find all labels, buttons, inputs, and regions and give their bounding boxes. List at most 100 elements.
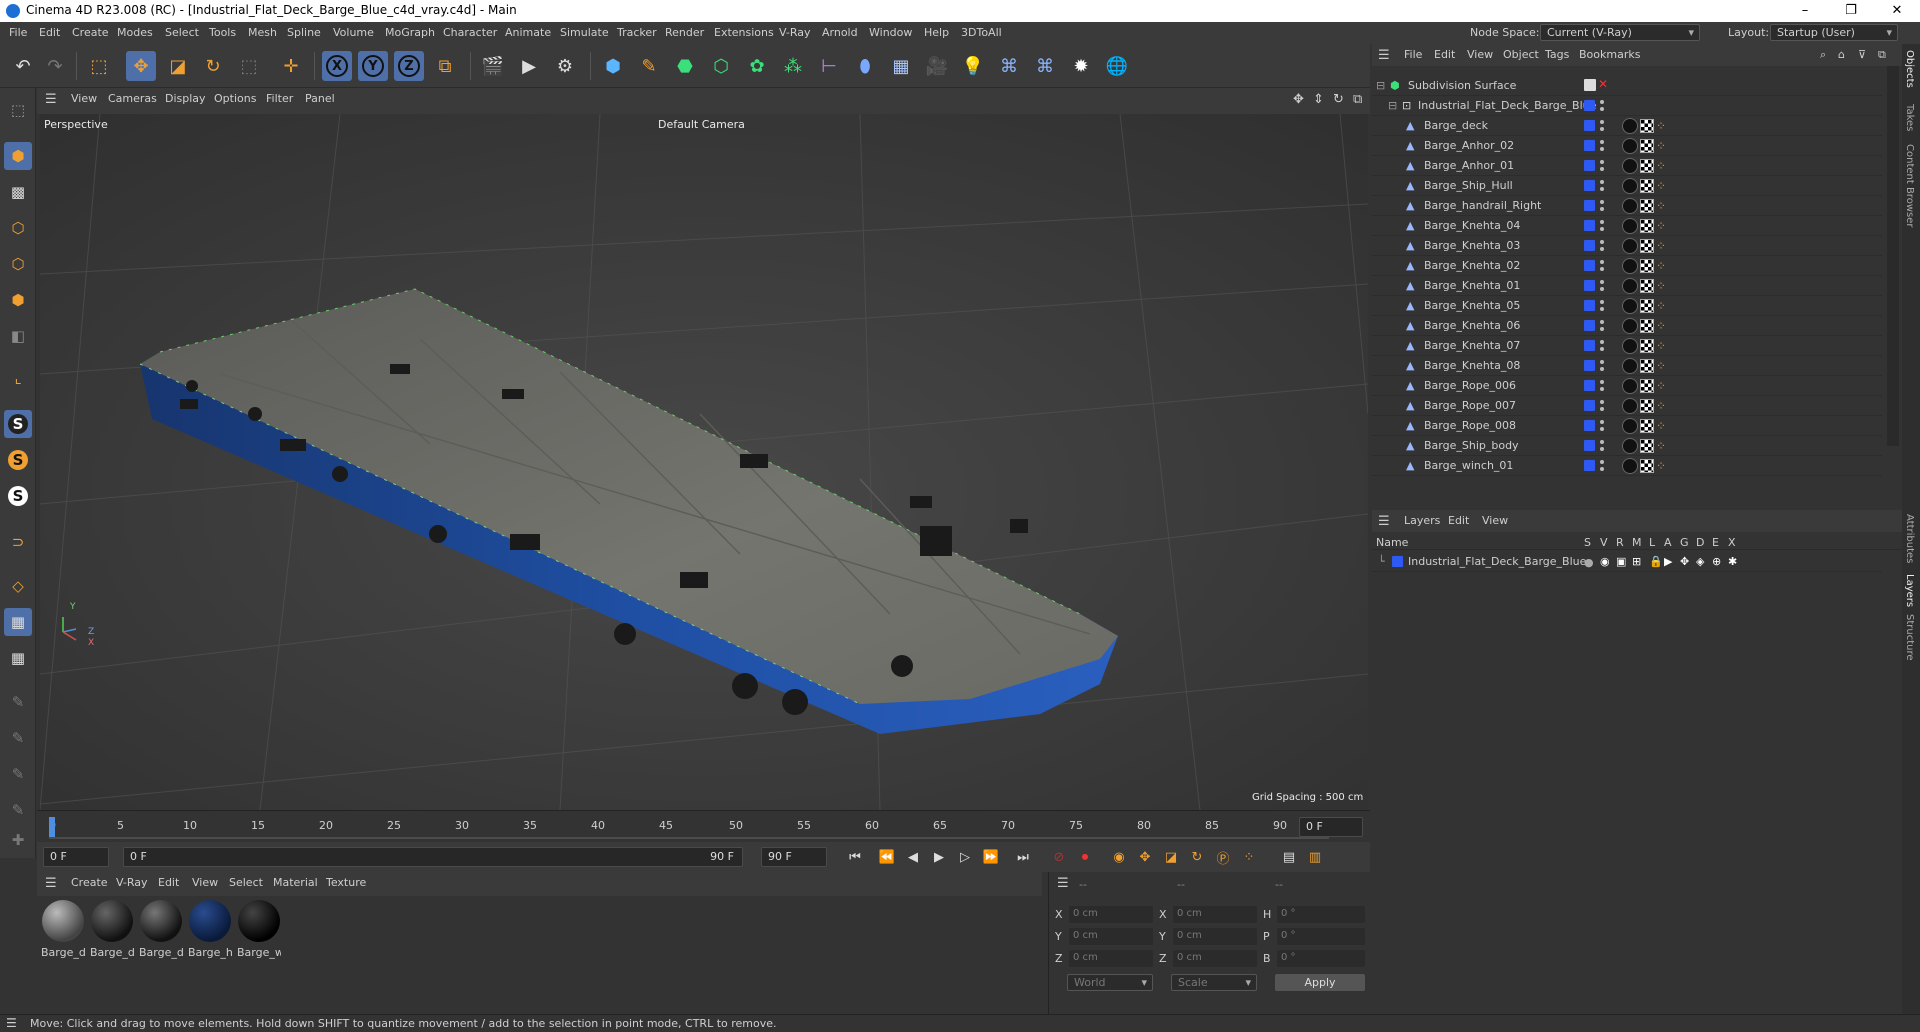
render-visibility-dot[interactable] [1600,347,1604,351]
light-icon[interactable]: 💡 [958,51,988,81]
next-frame-icon[interactable]: ▷ [953,846,977,868]
phong-tag-icon[interactable]: ⁘ [1656,199,1670,213]
render-view-icon[interactable]: 🎬 [478,51,508,81]
render-visibility-dot[interactable] [1600,367,1604,371]
paint-extra-icon[interactable]: ✎ [4,796,32,824]
uvw-tag-icon[interactable] [1640,259,1654,273]
layer-manager-icon[interactable]: ⊞ [1632,555,1641,568]
editor-visibility-dot[interactable] [1600,400,1604,404]
layer-color-chip[interactable] [1584,420,1595,431]
render-visibility-dot[interactable] [1600,107,1604,111]
uvw-tag-icon[interactable] [1640,159,1654,173]
texture-mode-icon[interactable]: ▩ [4,178,32,206]
uvw-tag-icon[interactable] [1640,459,1654,473]
live-selection-icon[interactable]: ⬚ [84,51,114,81]
render-visibility-dot[interactable] [1600,307,1604,311]
field-icon[interactable]: ⬮ [850,51,880,81]
cloner-icon[interactable]: ✿ [742,51,772,81]
key-rotation-icon[interactable]: ↻ [1185,846,1209,868]
layer-color-chip[interactable] [1584,300,1595,311]
vray-globe-icon[interactable]: 🌐 [1102,51,1132,81]
node-space-dropdown[interactable]: Current (V-Ray) [1540,24,1700,41]
object-row[interactable]: ▲ Barge_Rope_007 ⁘ [1372,396,1882,416]
key-scale-icon[interactable]: ◪ [1159,846,1183,868]
menu-character[interactable]: Character [443,26,497,39]
phong-tag-icon[interactable]: ⁘ [1656,379,1670,393]
uvw-tag-icon[interactable] [1640,239,1654,253]
menu-volume[interactable]: Volume [333,26,374,39]
uvw-tag-icon[interactable] [1640,379,1654,393]
layer-color-chip[interactable] [1584,440,1595,451]
render-visibility-dot[interactable] [1600,427,1604,431]
status-hamburger-icon[interactable]: ☰ [6,1016,17,1030]
render-visibility-dot[interactable] [1600,287,1604,291]
material-tag-icon[interactable] [1622,358,1638,374]
render-visibility-dot[interactable] [1600,327,1604,331]
editor-visibility-dot[interactable] [1600,140,1604,144]
material-tag-icon[interactable] [1622,298,1638,314]
menu-help[interactable]: Help [924,26,949,39]
layer-color-chip[interactable] [1584,100,1595,111]
position-z-field[interactable]: 0 cm [1069,950,1153,967]
coordinate-system-icon[interactable]: ⧉ [430,51,460,81]
layers-col-xref[interactable]: X [1728,536,1736,549]
editor-visibility-dot[interactable] [1600,280,1604,284]
layer-color-chip[interactable] [1584,140,1595,151]
objects-filter-icon[interactable]: ⊽ [1858,48,1866,61]
viewport-menu-display[interactable]: Display [165,92,206,105]
maximize-button[interactable]: ❐ [1828,0,1874,22]
material-tag-icon[interactable] [1622,178,1638,194]
start-frame-field[interactable]: 0 F [43,847,109,867]
menu-spline[interactable]: Spline [287,26,321,39]
y-axis-lock-icon[interactable]: Y [358,51,388,81]
tab-layers[interactable]: Layers [1904,574,1915,607]
object-row[interactable]: ▲ Barge_deck ⁘ [1372,116,1882,136]
viewport-menu-cameras[interactable]: Cameras [108,92,157,105]
material-menu-select[interactable]: Select [229,876,263,889]
material-menu-create[interactable]: Create [71,876,108,889]
tab-structure[interactable]: Structure [1904,614,1915,661]
viewport-menu-view[interactable]: View [71,92,97,105]
layer-color-chip[interactable] [1584,200,1595,211]
editor-visibility-dot[interactable] [1600,340,1604,344]
menu-create[interactable]: Create [72,26,109,39]
render-visibility-dot[interactable] [1600,167,1604,171]
editor-visibility-dot[interactable] [1600,260,1604,264]
material-tag-icon[interactable] [1622,158,1638,174]
size-x-field[interactable]: 0 cm [1173,906,1257,923]
material-hamburger-icon[interactable]: ☰ [45,876,57,891]
undo-icon[interactable]: ↶ [8,51,38,81]
record-off-icon[interactable]: ⊘ [1047,846,1071,868]
layers-col-locked[interactable]: L [1649,536,1655,549]
viewport-rotate-icon[interactable]: ↻ [1333,92,1344,107]
layers-hamburger-icon[interactable]: ☰ [1378,514,1390,529]
key-point-level-icon[interactable]: ⁘ [1237,846,1261,868]
material-tag-icon[interactable] [1622,438,1638,454]
layer-generator-icon[interactable]: ✥ [1680,555,1689,568]
scale-tool-icon[interactable]: ◪ [163,51,193,81]
viewport-menu-filter[interactable]: Filter [266,92,293,105]
python-script-icon[interactable]: ⌘ [994,51,1024,81]
material-tag-icon[interactable] [1622,258,1638,274]
phong-tag-icon[interactable]: ⁘ [1656,419,1670,433]
next-key-icon[interactable]: ⏩ [979,846,1003,868]
layer-color-chip[interactable] [1584,180,1595,191]
phong-tag-icon[interactable]: ⁘ [1656,259,1670,273]
object-row-subdivision-surface[interactable]: ⊟ ⬢ Subdivision Surface ✕ [1372,76,1882,96]
editor-visibility-dot[interactable] [1600,100,1604,104]
objects-new-panel-icon[interactable]: ⧉ [1878,48,1886,62]
menu-select[interactable]: Select [165,26,199,39]
layer-color-chip[interactable] [1584,260,1595,271]
points-mode-icon[interactable]: ⬡ [4,214,32,242]
material-tag-icon[interactable] [1622,338,1638,354]
playhead[interactable] [49,817,55,837]
previous-key-icon[interactable]: ⏪ [875,846,899,868]
material-menu-edit[interactable]: Edit [158,876,179,889]
menu-animate[interactable]: Animate [505,26,551,39]
render-visibility-dot[interactable] [1600,247,1604,251]
layer-color-chip[interactable] [1584,280,1595,291]
object-row[interactable]: ▲ Barge_Anhor_02 ⁘ [1372,136,1882,156]
viewport-zoom-icon[interactable]: ⇕ [1313,92,1324,107]
snap-3d-icon[interactable]: S [4,482,32,510]
object-row[interactable]: ▲ Barge_Knehta_01 ⁘ [1372,276,1882,296]
